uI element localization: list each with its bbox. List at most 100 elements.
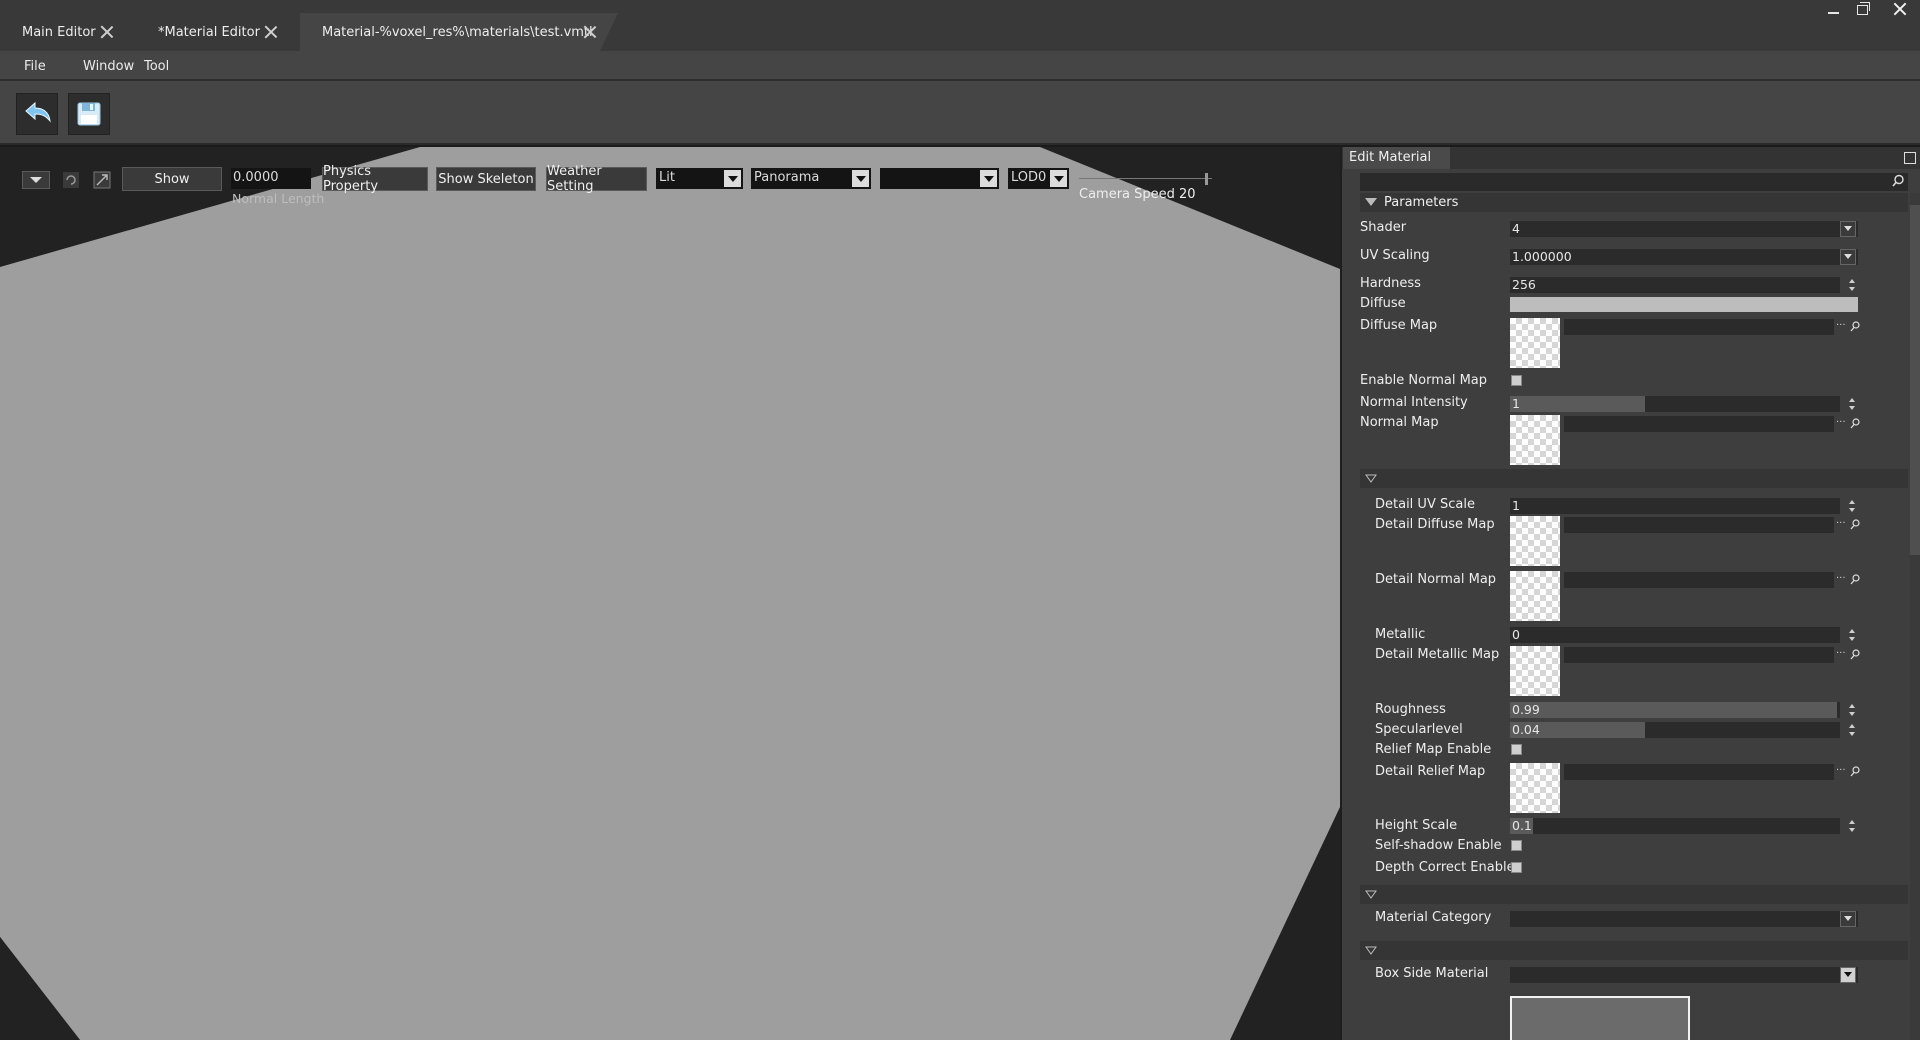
- normal-intensity-slider[interactable]: 1: [1510, 396, 1840, 412]
- 3d-viewport[interactable]: Show 0.0000 Normal Length Physics Proper…: [0, 147, 1340, 1040]
- specularlevel-label: Specularlevel: [1375, 722, 1463, 737]
- box-side-section-header[interactable]: [1360, 941, 1908, 960]
- normal-map-thumbnail[interactable]: [1510, 415, 1560, 465]
- weather-setting-button[interactable]: Weather Setting: [546, 164, 647, 194]
- pin-icon[interactable]: [1904, 152, 1916, 164]
- detail-relief-map-label: Detail Relief Map: [1375, 764, 1486, 779]
- save-button[interactable]: [68, 93, 110, 135]
- close-icon[interactable]: [582, 24, 598, 40]
- close-window-icon[interactable]: [1886, 0, 1914, 20]
- box-side-material-label: Box Side Material: [1375, 966, 1489, 981]
- viewport-floor-plane: [0, 147, 1340, 1040]
- tab-material-editor[interactable]: *Material Editor: [136, 13, 296, 51]
- browse-icon[interactable]: ···: [1836, 519, 1848, 533]
- detail-metallic-map-thumbnail[interactable]: [1510, 646, 1560, 696]
- box-side-material-select[interactable]: [1510, 967, 1858, 983]
- roughness-spin-icon[interactable]: [1848, 702, 1856, 718]
- search-icon[interactable]: [1850, 766, 1860, 778]
- depth-correct-enable-checkbox[interactable]: [1511, 862, 1522, 873]
- specularlevel-value: 0.04: [1512, 722, 1540, 737]
- height-scale-spin-icon[interactable]: [1848, 818, 1856, 834]
- detail-normal-map-label: Detail Normal Map: [1375, 572, 1497, 587]
- relief-map-enable-checkbox[interactable]: [1511, 744, 1522, 755]
- search-icon[interactable]: [1850, 321, 1860, 333]
- viewport-extra-select[interactable]: [880, 168, 999, 189]
- roughness-value: 0.99: [1512, 702, 1540, 717]
- menu-tool[interactable]: Tool: [144, 59, 169, 74]
- close-icon[interactable]: [263, 24, 279, 40]
- detail-uv-scale-spin-icon[interactable]: [1848, 498, 1856, 514]
- search-icon[interactable]: [1850, 418, 1860, 430]
- browse-icon[interactable]: ···: [1836, 574, 1848, 588]
- hardness-label: Hardness: [1360, 276, 1421, 291]
- browse-icon[interactable]: ···: [1836, 418, 1848, 432]
- refresh-icon[interactable]: [62, 171, 80, 189]
- diffuse-map-path-field[interactable]: [1564, 319, 1834, 335]
- parameters-section-header[interactable]: Parameters: [1360, 193, 1908, 212]
- material-category-select[interactable]: [1510, 911, 1858, 927]
- search-icon[interactable]: [1850, 574, 1860, 586]
- specularlevel-spin-icon[interactable]: [1848, 722, 1856, 738]
- height-scale-slider[interactable]: 0.1: [1510, 818, 1840, 834]
- self-shadow-enable-checkbox[interactable]: [1511, 840, 1522, 851]
- undo-button[interactable]: [16, 93, 58, 135]
- restore-window-icon[interactable]: [1849, 0, 1877, 20]
- detail-diffuse-map-path-field[interactable]: [1564, 517, 1834, 533]
- tab-label: Material-%voxel_res%\materials\test.vmtl: [322, 24, 593, 40]
- show-button[interactable]: Show: [122, 167, 222, 191]
- detail-relief-map-thumbnail[interactable]: [1510, 763, 1560, 813]
- collapse-triangle-icon: [1365, 198, 1377, 206]
- slider-handle[interactable]: [1205, 173, 1208, 185]
- scrollbar-thumb[interactable]: [1910, 205, 1920, 555]
- detail-metallic-map-path-field[interactable]: [1564, 647, 1834, 663]
- specularlevel-slider[interactable]: 0.04: [1510, 722, 1840, 738]
- category-section-header[interactable]: [1360, 885, 1908, 904]
- panel-scrollbar[interactable]: [1910, 193, 1920, 1040]
- detail-diffuse-map-thumbnail[interactable]: [1510, 516, 1560, 566]
- browse-icon[interactable]: ···: [1836, 649, 1848, 663]
- metallic-input[interactable]: 0: [1510, 627, 1840, 643]
- detail-uv-scale-input[interactable]: 1: [1510, 498, 1840, 514]
- physics-property-button[interactable]: Physics Property: [322, 164, 428, 194]
- hardness-input[interactable]: 256: [1510, 277, 1840, 293]
- diffuse-color-swatch[interactable]: [1510, 297, 1858, 312]
- browse-icon[interactable]: ···: [1836, 321, 1848, 335]
- metallic-spin-icon[interactable]: [1848, 627, 1856, 643]
- camera-speed-slider[interactable]: [1079, 173, 1212, 185]
- normal-map-path-field[interactable]: [1564, 416, 1834, 432]
- tab-main-editor[interactable]: Main Editor: [0, 13, 136, 51]
- hardness-spin-icon[interactable]: [1848, 277, 1856, 293]
- normal-intensity-spin-icon[interactable]: [1848, 396, 1856, 412]
- view-menu-icon[interactable]: [22, 171, 50, 189]
- enable-normal-map-checkbox[interactable]: [1511, 375, 1522, 386]
- normal-length-input[interactable]: 0.0000: [231, 168, 311, 189]
- roughness-slider[interactable]: 0.99: [1510, 702, 1840, 718]
- detail-normal-map-thumbnail[interactable]: [1510, 571, 1560, 621]
- detail-section-header[interactable]: [1360, 469, 1908, 488]
- lighting-mode-select[interactable]: Lit: [656, 168, 743, 189]
- normal-length-value: 0.0000: [233, 170, 279, 185]
- show-skeleton-button[interactable]: Show Skeleton: [436, 167, 536, 191]
- menu-file[interactable]: File: [24, 59, 46, 74]
- tab-material-file[interactable]: Material-%voxel_res%\materials\test.vmtl: [300, 13, 618, 51]
- tab-edit-material[interactable]: Edit Material: [1343, 147, 1450, 169]
- browse-icon[interactable]: ···: [1836, 766, 1848, 780]
- menu-window[interactable]: Window: [83, 59, 134, 74]
- minimize-window-icon[interactable]: [1820, 0, 1848, 20]
- lod-select[interactable]: LOD0: [1008, 168, 1069, 189]
- property-search-input[interactable]: [1360, 173, 1908, 191]
- box-side-material-preview[interactable]: [1510, 996, 1690, 1040]
- background-mode-select[interactable]: Panorama: [751, 168, 871, 189]
- search-icon[interactable]: [1892, 174, 1905, 187]
- weather-setting-label: Weather Setting: [547, 164, 602, 194]
- search-icon[interactable]: [1850, 649, 1860, 661]
- uv-scaling-select[interactable]: 1.000000: [1510, 249, 1858, 265]
- close-icon[interactable]: [99, 24, 115, 40]
- detail-normal-map-path-field[interactable]: [1564, 572, 1834, 588]
- shader-select[interactable]: 4: [1510, 221, 1858, 237]
- search-icon[interactable]: [1850, 519, 1860, 531]
- diffuse-map-thumbnail[interactable]: [1510, 318, 1560, 368]
- detail-relief-map-path-field[interactable]: [1564, 764, 1834, 780]
- grid-toggle-icon[interactable]: [93, 171, 111, 189]
- shader-label: Shader: [1360, 220, 1407, 235]
